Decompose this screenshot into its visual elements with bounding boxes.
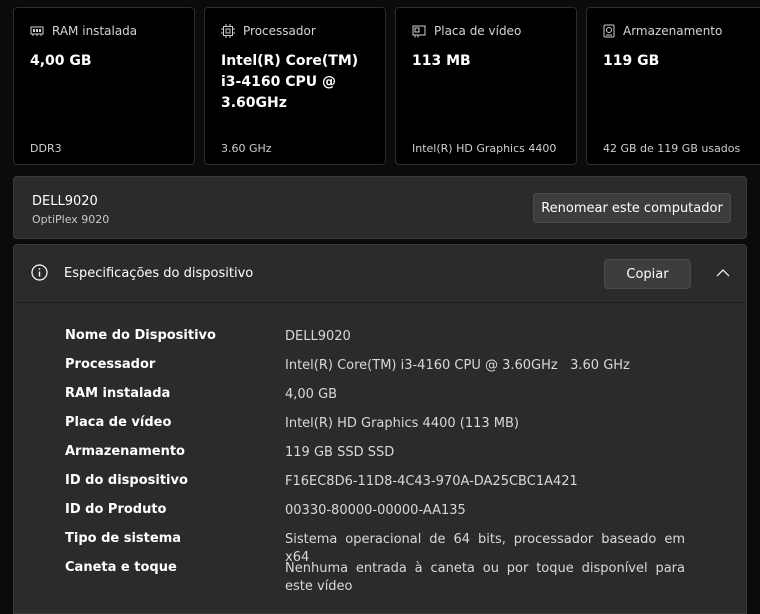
spec-value: Intel(R) HD Graphics 4400 (113 MB): [285, 416, 519, 431]
spec-label: ID do dispositivo: [65, 473, 188, 488]
info-icon: [31, 264, 48, 285]
spec-label: RAM instalada: [65, 386, 171, 401]
copy-button[interactable]: Copiar: [604, 259, 691, 289]
card-value: Intel(R) Core(TM) i3-4160 CPU @ 3.60GHz: [221, 53, 359, 111]
card-value: 4,00 GB: [30, 53, 92, 69]
spec-value: 119 GB SSD SSD: [285, 445, 395, 460]
card-header: RAM instalada: [30, 24, 137, 38]
card-header: Armazenamento: [603, 24, 722, 38]
card-title: Placa de vídeo: [434, 24, 522, 38]
card-ram: RAM instalada 4,00 GB DDR3: [13, 7, 195, 165]
card-value: 113 MB: [412, 53, 471, 69]
card-footer: 3.60 GHz: [221, 142, 272, 155]
card-processor: Processador Intel(R) Core(TM) i3-4160 CP…: [204, 7, 386, 165]
specs-title: Especificações do dispositivo: [64, 266, 254, 281]
card-header: Processador: [221, 24, 316, 38]
card-title: Processador: [243, 24, 316, 38]
card-footer: DDR3: [30, 142, 62, 155]
card-title: Armazenamento: [623, 24, 723, 38]
card-footer: Intel(R) HD Graphics 4400: [412, 142, 557, 155]
spec-value: Nenhuma entrada à caneta ou por toque di…: [285, 561, 685, 594]
storage-icon: [603, 24, 615, 38]
spec-value: 4,00 GB: [285, 387, 338, 402]
device-specifications-panel: Especificações do dispositivo Copiar Nom…: [13, 244, 747, 614]
card-gpu: Placa de vídeo 113 MB Intel(R) HD Graphi…: [395, 7, 577, 165]
spec-label: Placa de vídeo: [65, 415, 172, 430]
spec-value: Intel(R) Core(TM) i3-4160 CPU @ 3.60GHz …: [285, 358, 630, 373]
hardware-summary-cards: RAM instalada 4,00 GB DDR3 Processador I…: [13, 7, 760, 165]
spec-label: Armazenamento: [65, 444, 185, 459]
card-title: RAM instalada: [52, 24, 138, 38]
card-header: Placa de vídeo: [412, 24, 521, 38]
device-model: OptiPlex 9020: [32, 213, 110, 226]
card-storage: Armazenamento 119 GB 42 GB de 119 GB usa…: [586, 7, 760, 165]
spec-value: 00330-80000-00000-AA135: [285, 503, 466, 518]
chevron-up-icon[interactable]: [715, 265, 731, 285]
processor-icon: [221, 24, 235, 38]
device-name-panel: DELL9020 OptiPlex 9020 Renomear este com…: [13, 176, 747, 239]
card-value: 119 GB: [603, 53, 660, 69]
spec-label: Nome do Dispositivo: [65, 328, 216, 343]
rename-computer-button[interactable]: Renomear este computador: [533, 193, 731, 223]
spec-value: DELL9020: [285, 329, 351, 344]
spec-value: F16EC8D6-11D8-4C43-970A-DA25CBC1A421: [285, 474, 578, 489]
ram-icon: [30, 25, 44, 37]
card-footer: 42 GB de 119 GB usados: [603, 142, 741, 155]
spec-label: Caneta e toque: [65, 560, 177, 575]
gpu-icon: [412, 25, 426, 38]
spec-label: Tipo de sistema: [65, 531, 182, 546]
device-name: DELL9020: [32, 194, 98, 209]
spec-label: ID do Produto: [65, 502, 167, 517]
specs-header[interactable]: Especificações do dispositivo Copiar: [14, 245, 746, 303]
spec-label: Processador: [65, 357, 156, 372]
